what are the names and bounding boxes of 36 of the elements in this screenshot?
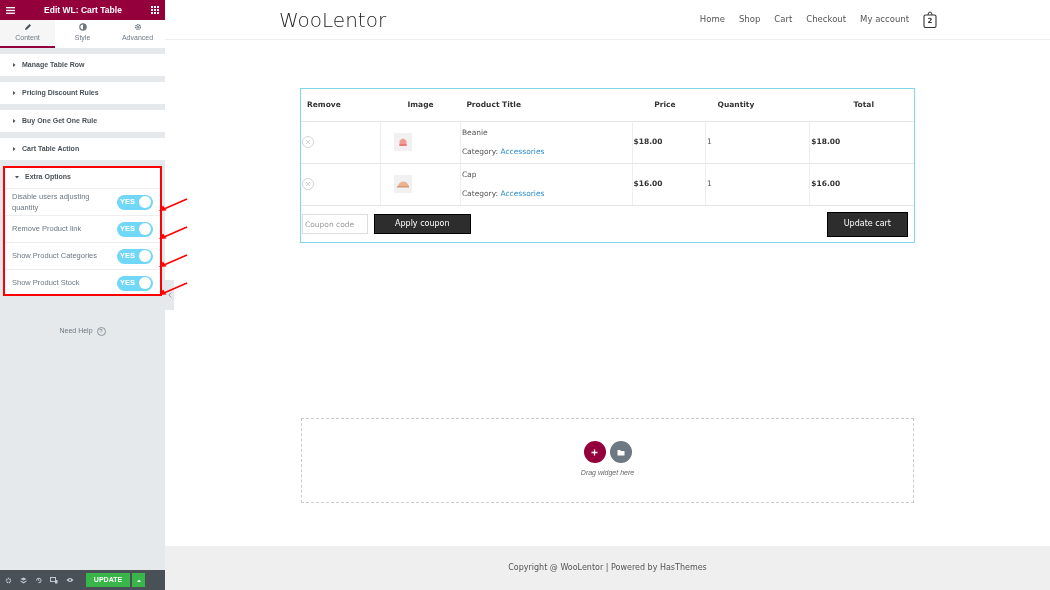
caret-icon [12, 63, 16, 67]
caret-icon [12, 147, 16, 151]
pencil-icon [23, 22, 32, 31]
folder-icon [616, 448, 625, 456]
annotation-arrow [158, 254, 188, 268]
settings-icon[interactable] [5, 576, 12, 584]
history-icon[interactable] [35, 576, 42, 584]
responsive-icon[interactable] [50, 576, 58, 584]
annotation-arrow [158, 198, 188, 212]
update-cart-button[interactable]: Update cart [826, 211, 908, 237]
chevron-icon [167, 292, 172, 298]
grid-icon[interactable] [151, 6, 159, 14]
nav-link[interactable]: Checkout [806, 13, 847, 26]
nav-link[interactable]: Shop [738, 13, 761, 26]
nav-link[interactable]: Cart [774, 13, 793, 26]
gear-icon [133, 22, 142, 31]
annotation-arrow [158, 282, 188, 296]
panel-collapse-handle[interactable] [165, 280, 174, 310]
caret-icon [12, 119, 16, 123]
eye-icon[interactable] [66, 577, 74, 583]
caret-icon [15, 175, 19, 179]
site-logo[interactable]: WooLentor [279, 4, 387, 35]
menu-icon[interactable] [6, 6, 15, 14]
caret-icon [136, 578, 141, 582]
layers-icon[interactable] [20, 576, 27, 584]
plus-icon [591, 448, 598, 456]
nav-link[interactable]: My account [860, 13, 909, 26]
add-template-button[interactable] [609, 441, 632, 464]
caret-icon [12, 91, 16, 95]
add-section-button[interactable] [583, 441, 606, 464]
editor-title: Edit WL: Cart Table [44, 3, 122, 17]
contrast-icon [78, 22, 87, 31]
annotation-arrow [158, 226, 188, 240]
apply-coupon-button[interactable]: Apply coupon [374, 214, 471, 234]
nav-link[interactable]: Home [699, 13, 725, 26]
footer-copyright: Copyright @ WooLentor | Powered by HasThemes [165, 546, 1050, 590]
